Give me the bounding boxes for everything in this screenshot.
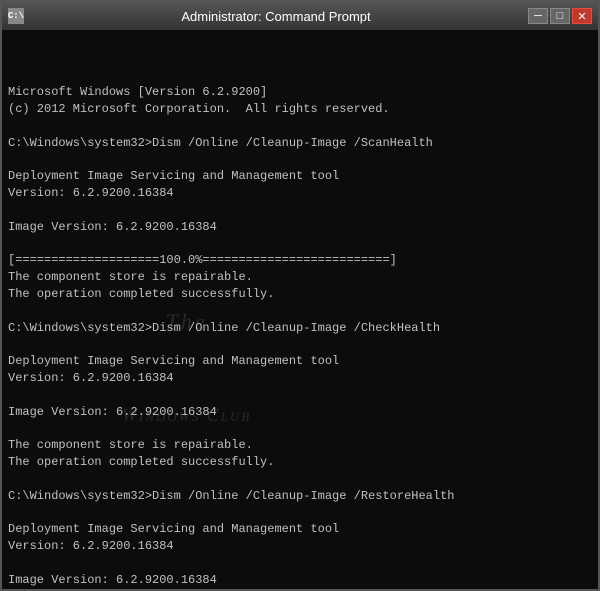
title-bar: C:\ Administrator: Command Prompt ─ □ ✕ [2, 2, 598, 30]
console-line: C:\Windows\system32>Dism /Online /Cleanu… [8, 488, 592, 505]
console-line [8, 420, 592, 437]
console-line: The component store is repairable. [8, 437, 592, 454]
console-line [8, 336, 592, 353]
console-line: Deployment Image Servicing and Managemen… [8, 353, 592, 370]
console-line [8, 236, 592, 253]
console-line [8, 555, 592, 572]
console-line [8, 202, 592, 219]
console-line: Image Version: 6.2.9200.16384 [8, 404, 592, 421]
window-controls: ─ □ ✕ [528, 8, 592, 24]
console-line: Version: 6.2.9200.16384 [8, 538, 592, 555]
maximize-button[interactable]: □ [550, 8, 570, 24]
minimize-button[interactable]: ─ [528, 8, 548, 24]
console-wrapper: The Windows Club Microsoft Windows [Vers… [2, 30, 598, 589]
console-line: Image Version: 6.2.9200.16384 [8, 572, 592, 589]
console-line: [====================100.0%=============… [8, 252, 592, 269]
console-text-block: Microsoft Windows [Version 6.2.9200](c) … [8, 84, 592, 589]
console-line [8, 588, 592, 589]
console-line: The operation completed successfully. [8, 286, 592, 303]
window-icon: C:\ [8, 8, 24, 24]
console-line: Version: 6.2.9200.16384 [8, 370, 592, 387]
console-line: (c) 2012 Microsoft Corporation. All righ… [8, 101, 592, 118]
console-line: Microsoft Windows [Version 6.2.9200] [8, 84, 592, 101]
console-line: Version: 6.2.9200.16384 [8, 185, 592, 202]
console-line [8, 152, 592, 169]
console-line: Deployment Image Servicing and Managemen… [8, 168, 592, 185]
console-line: The operation completed successfully. [8, 454, 592, 471]
console-line [8, 471, 592, 488]
console-line: C:\Windows\system32>Dism /Online /Cleanu… [8, 135, 592, 152]
console-output[interactable]: The Windows Club Microsoft Windows [Vers… [2, 30, 598, 589]
console-line: C:\Windows\system32>Dism /Online /Cleanu… [8, 320, 592, 337]
window-title: Administrator: Command Prompt [24, 9, 528, 24]
console-line [8, 118, 592, 135]
console-line [8, 303, 592, 320]
close-button[interactable]: ✕ [572, 8, 592, 24]
console-line: Image Version: 6.2.9200.16384 [8, 219, 592, 236]
console-line: Deployment Image Servicing and Managemen… [8, 521, 592, 538]
console-line [8, 387, 592, 404]
console-line [8, 504, 592, 521]
console-line: The component store is repairable. [8, 269, 592, 286]
command-prompt-window: C:\ Administrator: Command Prompt ─ □ ✕ … [0, 0, 600, 591]
